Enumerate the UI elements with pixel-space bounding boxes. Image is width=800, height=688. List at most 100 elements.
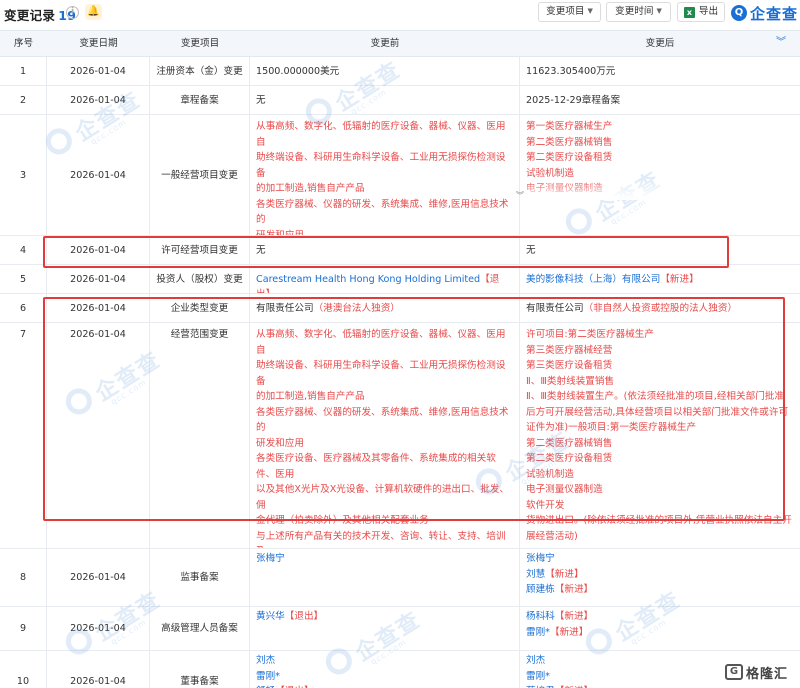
entity-link[interactable]: 舒畅【退出】	[256, 684, 513, 688]
entity-link[interactable]: 蔡培君【新进】	[526, 684, 794, 688]
cell-date: 2026-01-04	[47, 607, 150, 650]
status-tag: 【退出】	[284, 611, 324, 622]
expand-chevron-icon[interactable]: ︾	[516, 190, 524, 201]
cell-item: 一般经营项目变更	[150, 115, 250, 235]
change-text-line: 各类医疗设备、医疗器械及其零备件、系统集成的相关软件、医用	[256, 451, 513, 482]
line-text: 2025-12-29章程备案	[526, 94, 621, 106]
entity-link[interactable]: 美的影像科技（上海）有限公司【新进】	[526, 272, 794, 288]
cell-date-text: 2026-01-04	[70, 94, 126, 106]
cell-item: 企业类型变更	[150, 294, 250, 322]
bell-icon[interactable]: 🔔	[85, 4, 102, 20]
col-header-before: 变更前	[370, 38, 400, 49]
line-text: 软件开发	[526, 499, 565, 511]
change-text-line: 金代理（拍卖除外）及其他相关配套业务	[256, 513, 513, 529]
change-text-line: 第三类医疗设备租赁	[526, 358, 794, 374]
info-icon[interactable]: i	[66, 6, 79, 19]
cell-after: 2025-12-29章程备案	[520, 86, 800, 114]
cell-no-text: 10	[16, 676, 30, 688]
entity-link[interactable]: 张梅宁	[256, 551, 513, 567]
change-text-line: 有限责任公司（港澳台法人独资）	[256, 301, 513, 317]
status-tag: 【新进】	[545, 568, 584, 580]
cell-date-text: 2026-01-04	[70, 329, 126, 340]
line-text: 各类医疗器械、仪器的研发、系统集成、维修,医用信息技术的	[256, 406, 509, 434]
cell-item-text: 经营范围变更	[170, 329, 229, 340]
col-header-after: 变更后	[645, 38, 675, 49]
cell-after: 11623.305400万元	[520, 57, 800, 85]
cell-no-text: 5	[19, 273, 27, 285]
cell-no-text: 1	[19, 65, 27, 77]
entity-link[interactable]: 张梅宁	[526, 551, 794, 567]
cell-date: 2026-01-04	[47, 115, 150, 235]
change-time-filter-button[interactable]: 变更时间 ▼	[606, 2, 671, 22]
cell-item-text: 监事备案	[180, 572, 219, 584]
line-text: 从事高频、数字化、低辐射的医疗设备、器械、仪器、医用自	[256, 329, 506, 356]
table-row: 7 2026-01-04 经营范围变更 从事高频、数字化、低辐射的医疗设备、器械、仪器…	[0, 323, 800, 549]
change-text-line: 助终端设备、科研用生命科学设备、工业用无损探伤检测设备	[256, 358, 513, 389]
gelonghui-logo-text: 格隆汇	[746, 666, 789, 682]
entity-link[interactable]: 刘慧【新进】	[526, 567, 794, 583]
cell-after: 杨科科【新进】 雷刚*【新进】	[520, 607, 800, 650]
entity-link[interactable]: Carestream Health Hong Kong Holding Limi…	[256, 272, 513, 293]
change-text-line: 以及其他X光片及X光设备、计算机软硬件的进出口、批发、佣	[256, 482, 513, 513]
table-row: 8 2026-01-04 监事备案 张梅宁 张梅宁 刘慧【新进】 顾建栋【新进】	[0, 549, 800, 607]
cell-date: 2026-01-04	[47, 323, 150, 548]
change-text-line: 许可项目:第二类医疗器械生产	[526, 327, 794, 343]
double-chevron-down-icon[interactable]: ︾	[776, 37, 786, 49]
entity-link[interactable]: 雷刚*【新进】	[526, 625, 794, 641]
col-header-date: 变更日期	[79, 38, 118, 49]
cell-after: 美的影像科技（上海）有限公司【新进】	[520, 265, 800, 293]
cell-date-text: 2026-01-04	[70, 244, 126, 256]
change-text-line: 软件开发	[526, 498, 794, 514]
line-text: 顾建栋	[526, 584, 555, 595]
line-text: 第二类医疗器械销售	[526, 136, 613, 148]
change-text-line: 从事高频、数字化、低辐射的医疗设备、器械、仪器、医用自	[256, 327, 513, 358]
change-text-line: 研发和应用	[256, 436, 513, 452]
cell-item-text: 高级管理人员备案	[161, 623, 238, 635]
cell-before: 有限责任公司（港澳台法人独资）	[250, 294, 520, 322]
line-text: 从事高频、数字化、低辐射的医疗设备、器械、仪器、医用自	[256, 121, 506, 148]
collapse-fade	[520, 180, 800, 200]
change-item-filter-button[interactable]: 变更项目 ▼	[538, 2, 601, 22]
cell-no: 5	[0, 265, 47, 293]
change-time-filter-label: 变更时间	[615, 6, 654, 17]
entity-link[interactable]: 杨科科【新进】	[526, 609, 794, 625]
table-row: 5 2026-01-04 投资人（股权）变更 Carestream Health Ho…	[0, 265, 800, 294]
cell-no-text: 4	[19, 244, 27, 256]
table-row: 4 2026-01-04 许可经营项目变更 无 无	[0, 236, 800, 265]
entity-link[interactable]: 黄兴华【退出】	[256, 609, 513, 625]
line-text: 第三类医疗设备租赁	[526, 360, 613, 371]
excel-icon: x	[683, 7, 695, 18]
line-text: 雷刚*	[526, 626, 550, 638]
line-text: 第一类医疗器械生产	[526, 121, 613, 132]
entity-link[interactable]: 刘杰	[256, 653, 513, 669]
table-row: 6 2026-01-04 企业类型变更 有限责任公司（港澳台法人独资） 有限责任公司（非…	[0, 294, 800, 323]
status-tag: （港澳台法人独资）	[313, 302, 400, 314]
line-text: 货物进出口。(除依法须经批准的项目外,凭营业执照依法自主开	[526, 515, 792, 526]
line-text: 有限责任公司	[526, 302, 584, 314]
table-row: 2 2026-01-04 章程备案 无 2025-12-29章程备案	[0, 86, 800, 115]
entity-link[interactable]: 顾建栋【新进】	[526, 582, 794, 598]
change-text-line: 第二类医疗设备租赁	[526, 150, 794, 166]
line-text: 展经营活动)	[526, 530, 578, 542]
table-row: 10 2026-01-04 董事备案 刘杰雷刚* 舒畅【退出】 刘杰雷刚* 蔡培君【新进】	[0, 651, 800, 688]
cell-after: 张梅宁 刘慧【新进】 顾建栋【新进】	[520, 549, 800, 606]
cell-date-text: 2026-01-04	[70, 623, 126, 635]
table-header: 序号 变更日期 变更项目 变更前 变更后 ︾	[0, 31, 800, 57]
gelonghui-watermark: G 格隆汇	[722, 660, 792, 684]
line-text: 的加工制造,销售自产产品	[256, 183, 365, 194]
cell-no-text: 9	[19, 623, 27, 635]
table-row: 1 2026-01-04 注册资本（金）变更 1500.000000美元 11623.3…	[0, 57, 800, 86]
change-text-line: Ⅱ、Ⅲ类射线装置生产。(依法须经批准的项目,经相关部门批准	[526, 389, 794, 405]
caret-down-icon: ▼	[587, 7, 593, 15]
table-row: 9 2026-01-04 高级管理人员备案 黄兴华【退出】 杨科科【新进】 雷刚*【新进】	[0, 607, 800, 651]
cell-item: 监事备案	[150, 549, 250, 606]
entity-link[interactable]: 雷刚*	[256, 669, 513, 685]
cell-date-text: 2026-01-04	[70, 169, 126, 181]
change-text-line: 各类医疗器械、仪器的研发、系统集成、维修,医用信息技术的	[256, 197, 513, 228]
cell-no-text: 7	[19, 329, 27, 340]
cell-date-text: 2026-01-04	[70, 65, 126, 77]
cell-item-text: 投资人（股权）变更	[156, 273, 243, 285]
line-text: 刘慧	[526, 568, 546, 580]
cell-before: 无	[250, 86, 520, 114]
export-button[interactable]: x 导出	[677, 2, 725, 22]
